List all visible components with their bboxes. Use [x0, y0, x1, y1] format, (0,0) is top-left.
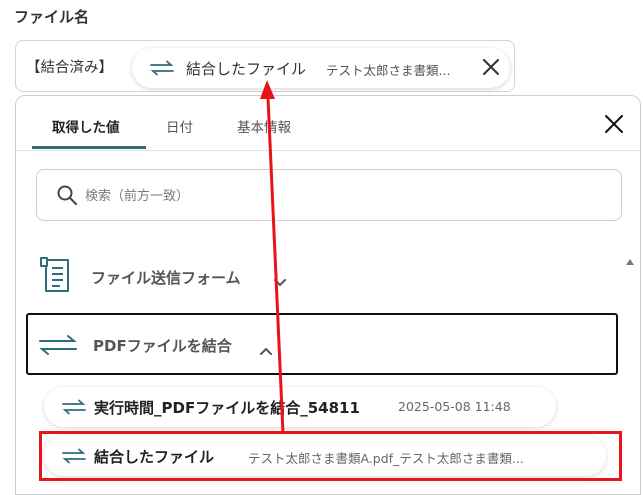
close-icon[interactable] — [604, 114, 624, 138]
tab-date[interactable]: 日付 — [166, 116, 193, 136]
scroll-up-icon[interactable] — [626, 250, 634, 269]
swap-arrows-icon — [62, 448, 86, 468]
form-document-icon — [38, 254, 72, 298]
swap-arrows-icon — [150, 60, 174, 80]
search-icon — [57, 185, 77, 209]
field-label: ファイル名 — [14, 8, 90, 26]
search-box — [36, 169, 622, 221]
swap-arrows-icon — [38, 333, 78, 361]
chip-remove-icon[interactable] — [482, 58, 500, 80]
section-file-form[interactable]: ファイル送信フォーム — [26, 246, 618, 308]
value-chip[interactable]: 結合したファイル テスト太郎さま書類... — [132, 48, 510, 88]
list-item-merged-file[interactable]: 結合したファイル テスト太郎さま書類A.pdf_テスト太郎さま書類... — [44, 436, 606, 476]
section-pdf-merge[interactable]: PDFファイルを結合 — [26, 313, 618, 375]
item-label: 結合したファイル — [94, 448, 215, 466]
filename-input[interactable]: 【結合済み】 結合したファイル テスト太郎さま書類... — [15, 40, 515, 92]
tab-basic-info[interactable]: 基本情報 — [237, 116, 291, 136]
swap-arrows-icon — [62, 399, 86, 419]
tab-bar: 取得した値 日付 基本情報 — [16, 96, 640, 151]
item-value: テスト太郎さま書類A.pdf_テスト太郎さま書類... — [248, 451, 524, 466]
chevron-up-icon — [260, 340, 272, 359]
chip-value: テスト太郎さま書類... — [326, 63, 451, 78]
section-label: PDFファイルを結合 — [93, 337, 232, 355]
section-label: ファイル送信フォーム — [91, 269, 241, 287]
active-tab-indicator — [32, 146, 146, 149]
filename-prefix: 【結合済み】 — [26, 60, 113, 76]
chip-label: 結合したファイル — [186, 60, 307, 78]
item-value: 2025-05-08 11:48 — [398, 399, 511, 414]
chevron-down-icon — [274, 272, 286, 291]
tab-acquired-values[interactable]: 取得した値 — [52, 116, 120, 136]
list-item-execution-time[interactable]: 実行時間_PDFファイルを結合_54811 2025-05-08 11:48 — [44, 387, 556, 427]
search-input[interactable] — [83, 184, 483, 208]
value-picker-panel: 取得した値 日付 基本情報 ファイル送信フォーム — [15, 95, 641, 495]
item-label: 実行時間_PDFファイルを結合_54811 — [94, 399, 360, 417]
